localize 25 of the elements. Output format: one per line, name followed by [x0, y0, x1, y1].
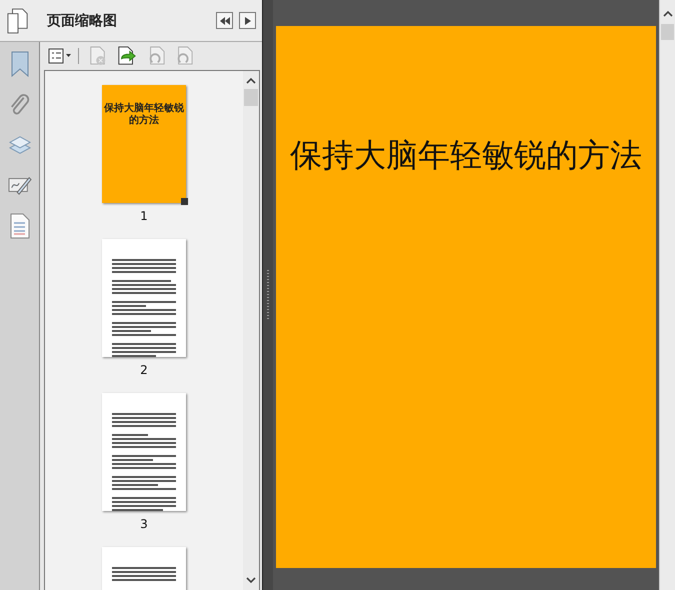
resize-handle[interactable]	[181, 198, 188, 205]
right-arrow-icon	[244, 16, 250, 24]
page-number: 1	[140, 209, 148, 223]
scrollbar-thumb[interactable]	[661, 24, 674, 40]
pages-icon	[7, 8, 29, 34]
options-menu-button[interactable]	[48, 48, 79, 64]
page-thumbnail[interactable]: 保持大脑年轻敏锐的方法	[102, 85, 186, 203]
document-icon[interactable]	[10, 213, 30, 239]
page-thumbnail[interactable]	[102, 239, 186, 357]
signature-pen-icon[interactable]	[8, 174, 32, 196]
scroll-down-icon[interactable]	[246, 576, 256, 584]
scroll-up-icon[interactable]	[246, 77, 256, 85]
text-lines-drawing	[112, 567, 176, 581]
collapse-button[interactable]	[216, 12, 233, 29]
double-left-arrow-icon	[220, 16, 230, 24]
scroll-up-icon[interactable]	[662, 10, 672, 18]
scrollbar-thumb[interactable]	[244, 89, 258, 106]
page-thumbnail[interactable]	[102, 393, 186, 511]
insert-page-button[interactable]	[117, 46, 137, 66]
thumbnail-title: 保持大脑年轻敏锐的方法	[104, 103, 184, 128]
expand-button[interactable]	[239, 12, 256, 29]
page-number: 3	[140, 517, 148, 531]
document-title: 保持大脑年轻敏锐的方法	[290, 135, 642, 176]
panel-title: 页面缩略图	[47, 12, 118, 30]
page-number: 2	[140, 363, 148, 377]
